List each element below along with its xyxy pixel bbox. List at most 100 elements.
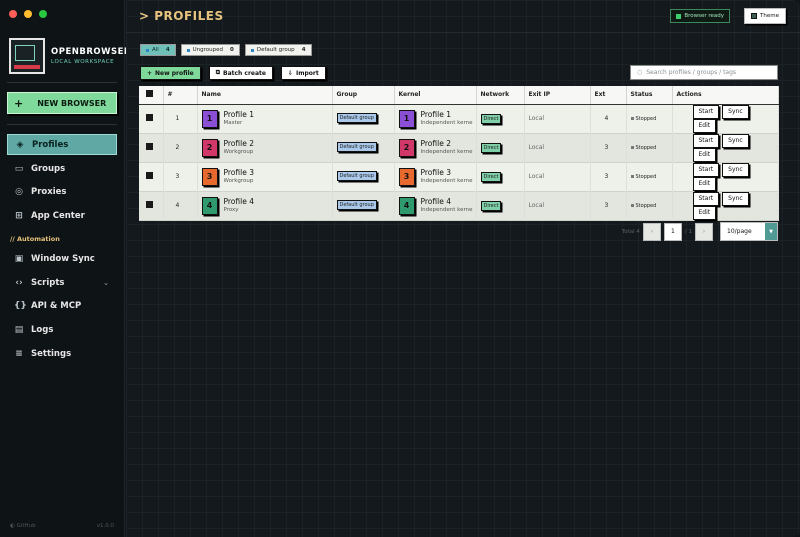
edit-button[interactable]: Edit <box>692 205 717 220</box>
edit-button[interactable]: Edit <box>692 118 717 133</box>
profile-subtitle: Workgroup <box>223 148 254 155</box>
batch-create-button[interactable]: ⧉ Batch create <box>208 66 273 80</box>
row-select-cell <box>139 162 164 191</box>
column-header[interactable]: Ext <box>590 86 627 105</box>
page-size-select[interactable]: 10/page ▼ <box>720 222 778 241</box>
column-header[interactable]: Name <box>197 86 333 105</box>
ext-count: 3 <box>590 191 627 220</box>
group-tag[interactable]: Default group <box>336 141 377 152</box>
braces-icon: {} <box>14 300 27 311</box>
kernel-subtitle: Independent kernel <box>420 119 473 126</box>
column-header[interactable]: Exit IP <box>524 86 591 105</box>
row-checkbox[interactable] <box>146 143 153 150</box>
group-label: Default group <box>339 201 374 208</box>
row-checkbox[interactable] <box>146 172 153 179</box>
pagination: Total 4 ‹ 1 / 1 › 10/page ▼ <box>622 222 778 241</box>
grid-plus-icon: ⊞ <box>15 210 23 221</box>
group-tag[interactable]: Default group <box>336 170 377 181</box>
filter-ungrouped[interactable]: Ungrouped 0 <box>180 44 240 56</box>
edit-button[interactable]: Edit <box>692 176 717 191</box>
divider <box>7 82 117 83</box>
sync-button[interactable]: Sync <box>722 162 749 177</box>
filter-default-group[interactable]: Default group 4 <box>244 44 312 56</box>
group-tag[interactable]: Default group <box>336 112 377 123</box>
window-controls <box>9 10 47 18</box>
monitor-icon: ▣ <box>14 253 24 264</box>
theme-button[interactable]: Theme <box>744 8 786 24</box>
sidebar-item-label: Logs <box>31 324 54 335</box>
new-profile-button[interactable]: + New profile <box>140 66 201 80</box>
profile-avatar: 2 <box>201 138 218 157</box>
import-button[interactable]: ⇩ Import <box>280 66 326 80</box>
column-header[interactable]: Network <box>476 86 525 105</box>
sidebar-item-api-mcp[interactable]: {} API & MCP <box>7 295 117 316</box>
next-page-button[interactable]: › <box>695 222 713 241</box>
profile-name[interactable]: Profile 2 <box>224 139 254 148</box>
sidebar-item-scripts[interactable]: ‹› Scripts ⌄ <box>7 272 117 293</box>
profile-name[interactable]: Profile 1 <box>224 110 254 119</box>
maximize-window-icon[interactable] <box>39 10 47 18</box>
sidebar-item-window-sync[interactable]: ▣ Window Sync <box>7 248 117 269</box>
theme-icon <box>751 13 758 19</box>
status-dot-icon <box>630 175 634 178</box>
prev-page-button[interactable]: ‹ <box>642 222 661 241</box>
column-header[interactable]: # <box>163 86 198 105</box>
search-input[interactable]: ○ Search profiles / groups / tags <box>630 65 778 80</box>
edit-button[interactable]: Edit <box>692 147 717 162</box>
current-page[interactable]: 1 <box>663 222 682 241</box>
column-header[interactable]: Status <box>626 86 673 105</box>
group-tag[interactable]: Default group <box>336 199 377 210</box>
close-window-icon[interactable] <box>9 10 17 18</box>
minimize-window-icon[interactable] <box>24 10 32 18</box>
sidebar-item-logs[interactable]: ▤ Logs <box>7 319 117 340</box>
sidebar-item-settings[interactable]: ≡ Settings <box>7 343 117 364</box>
start-button[interactable]: Start <box>692 104 720 119</box>
select-all-checkbox[interactable] <box>146 90 153 98</box>
select-all-cell <box>139 86 164 105</box>
sidebar-item-label: App Center <box>31 210 85 221</box>
start-button[interactable]: Start <box>692 133 720 148</box>
sidebar-item-profiles[interactable]: ◈ Profiles <box>7 134 117 155</box>
table-row[interactable]: 1 1 Profile 1 Master Default group 1 Profile 1… <box>139 104 779 133</box>
status-dot-icon <box>630 117 634 120</box>
table-body: 1 1 Profile 1 Master Default group 1 Profile 1… <box>139 104 779 220</box>
sync-button[interactable]: Sync <box>722 191 749 206</box>
sidebar-item-label: Groups <box>31 163 66 174</box>
table-row[interactable]: 3 3 Profile 3 Workgroup Default group 3 Profil… <box>139 162 779 191</box>
profile-name[interactable]: Profile 4 <box>224 197 254 206</box>
network-tag: Direct <box>480 142 502 153</box>
kernel-name: Profile 4 <box>420 197 451 207</box>
sidebar-item-groups[interactable]: ▭ Groups <box>7 158 117 179</box>
sync-button[interactable]: Sync <box>722 133 749 148</box>
sidebar-item-proxies[interactable]: ◎ Proxies <box>7 181 117 202</box>
status-dot-icon <box>630 146 634 149</box>
group-label: Default group <box>339 114 374 121</box>
row-checkbox[interactable] <box>146 114 153 121</box>
profile-avatar: 1 <box>201 109 218 128</box>
actions-cell: Start Sync Edit <box>672 191 779 220</box>
brand-name: OPENBROWSER <box>51 47 131 57</box>
profile-name[interactable]: Profile 3 <box>224 168 254 177</box>
table-row[interactable]: 4 4 Profile 4 Proxy Default group 4 Profile 4I… <box>139 191 779 220</box>
row-checkbox[interactable] <box>146 201 153 208</box>
filter-all[interactable]: All 4 <box>140 44 176 56</box>
new-browser-button[interactable]: + NEW BROWSER <box>7 92 117 114</box>
column-header[interactable]: Kernel <box>394 86 477 105</box>
sidebar-item-app-center[interactable]: ⊞ App Center <box>7 205 117 226</box>
filter-count: 4 <box>165 47 170 53</box>
chevron-down-icon[interactable]: ⌄ <box>103 279 109 287</box>
document-icon: ▤ <box>14 324 24 335</box>
github-link[interactable]: ◐ GitHub <box>10 523 36 529</box>
sidebar-footer: ◐ GitHub v1.0.0 <box>10 523 114 529</box>
sidebar-item-label: Proxies <box>31 186 67 197</box>
start-button[interactable]: Start <box>692 191 720 206</box>
sync-button[interactable]: Sync <box>722 104 749 119</box>
actions-cell: Start Sync Edit <box>672 133 779 162</box>
table-row[interactable]: 2 2 Profile 2 Workgroup Default group 2 Profil… <box>139 133 779 162</box>
start-button[interactable]: Start <box>692 162 720 177</box>
actions-cell: Start Sync Edit <box>672 162 779 191</box>
column-header[interactable]: Group <box>332 86 395 105</box>
chevron-down-icon: ▼ <box>765 223 777 240</box>
ext-count: 4 <box>590 104 627 133</box>
divider <box>7 124 117 125</box>
